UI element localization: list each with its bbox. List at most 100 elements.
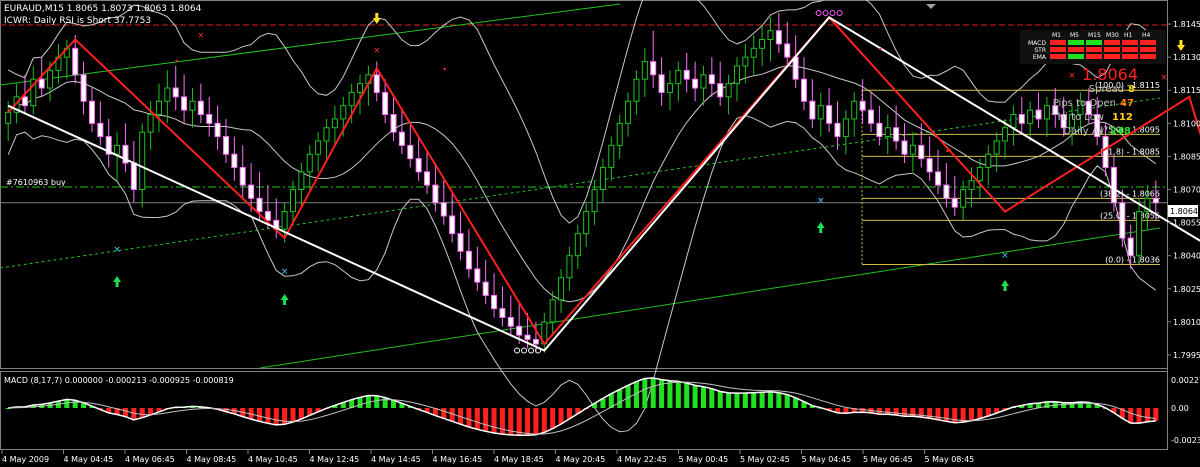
candle-body: [398, 131, 405, 146]
macd-bar: [491, 408, 497, 434]
candle-body: [842, 118, 849, 138]
price-tag: 1.8064: [1170, 207, 1198, 216]
candle-body: [700, 74, 707, 89]
candle-body: [658, 74, 665, 93]
candle-body: [742, 56, 749, 67]
candle-body: [164, 87, 171, 102]
macd-bar: [1153, 408, 1159, 421]
candle-body: [943, 184, 950, 199]
candle-body: [532, 339, 539, 345]
candle-body: [759, 39, 766, 49]
candle-body: [750, 47, 757, 58]
candle-body: [449, 215, 456, 235]
macd-bar: [357, 397, 363, 408]
time-axis-label: 4 May 06:45: [125, 455, 175, 464]
candle-body: [683, 69, 690, 80]
price-axis-label: 1.8070: [1173, 186, 1200, 195]
macd-bar: [726, 392, 732, 408]
symbol-header: EURAUD,M15 1.8065 1.8073 1.8063 1.8064: [4, 4, 202, 14]
price-axis-label: 1.8115: [1173, 86, 1200, 95]
candle-body: [222, 136, 229, 155]
signal-cell: [1140, 40, 1156, 45]
candle-body: [474, 268, 481, 283]
macd-bar: [751, 392, 757, 408]
macd-bar: [1128, 408, 1134, 424]
candle-body: [650, 61, 657, 76]
candle-body: [800, 78, 807, 102]
candle-body: [884, 127, 891, 138]
candle-body: [876, 122, 883, 138]
time-axis-label: 4 May 2009: [2, 455, 49, 464]
price-axis-label: 1.8040: [1173, 252, 1200, 261]
time-axis-label: 4 May 10:45: [248, 455, 298, 464]
time-axis-label: 4 May 20:45: [556, 455, 606, 464]
candle-body: [1035, 109, 1042, 120]
candle-body: [692, 78, 699, 89]
order-label: #7610963 buy: [6, 178, 66, 187]
macd-bar: [256, 408, 263, 422]
signal-cell: [1104, 40, 1120, 45]
macd-bar: [466, 408, 472, 427]
small-dot: [879, 48, 882, 50]
candle-body: [214, 122, 221, 138]
macd-bar: [122, 408, 128, 417]
macd-axis-label: 0.00227: [1171, 376, 1200, 385]
price-axis-label: 1.7995: [1173, 351, 1200, 360]
fibo-label: (25.0) - 1.8056: [1100, 211, 1160, 220]
signal-cell: [1086, 54, 1102, 59]
timeframe-label: M15: [1088, 32, 1101, 39]
candle-body: [407, 144, 414, 160]
pips-label: Pips to Open: [1053, 98, 1116, 109]
indicator-header: ICWR: Daily RSI is Short 37.7753: [4, 16, 151, 26]
small-dot: [946, 150, 949, 152]
macd-bar: [265, 408, 271, 424]
candle-body: [599, 166, 606, 191]
hilo-value: 112: [1112, 112, 1133, 123]
candle-body: [976, 166, 983, 182]
macd-bar: [650, 378, 656, 408]
candle-body: [80, 74, 87, 102]
timeframe-label: M1: [1052, 32, 1061, 39]
signal-row-label: EMA: [1033, 54, 1047, 61]
candle-body: [909, 144, 916, 155]
buy-cross-icon: ×: [817, 196, 825, 206]
time-axis-label: 4 May 14:45: [371, 455, 421, 464]
info-price: 1.8064: [1082, 65, 1138, 84]
macd-bar: [642, 378, 648, 408]
sell-cross-icon: ×: [1160, 73, 1168, 83]
candle-body: [775, 30, 782, 45]
candle-body: [1152, 197, 1159, 204]
candle-body: [817, 105, 824, 120]
candle-body: [1010, 114, 1017, 129]
candle-body: [1043, 105, 1050, 120]
candle-body: [440, 202, 447, 217]
candle-body: [1136, 211, 1143, 257]
candle-body: [97, 122, 104, 138]
price-axis-label: 1.8130: [1173, 53, 1200, 62]
macd-bar: [692, 385, 698, 408]
candle-body: [38, 78, 45, 89]
macd-bar: [64, 399, 70, 408]
candle-body: [901, 140, 908, 155]
candle-body: [733, 65, 740, 85]
signal-cell: [1140, 47, 1156, 52]
macd-bar: [977, 408, 983, 419]
candle-body: [993, 140, 1000, 155]
macd-bar: [617, 389, 623, 408]
candle-body: [549, 299, 556, 323]
macd-bar: [441, 408, 447, 419]
macd-bar: [474, 408, 480, 430]
timeframe-label: M30: [1106, 32, 1119, 39]
candle-body: [608, 144, 615, 168]
candle-body: [147, 114, 154, 133]
candle-body: [1127, 237, 1134, 257]
daily-value: 248: [1110, 126, 1131, 137]
candle-body: [172, 87, 179, 98]
candle-body: [181, 96, 188, 111]
signal-cell: [1122, 47, 1138, 52]
candle-body: [834, 122, 841, 138]
candle-body: [566, 255, 573, 279]
signal-panel: M1 M5 M15 M30 H1 H4 MACDSTREMA: [1020, 30, 1166, 64]
time-axis-label: 4 May 18:45: [494, 455, 544, 464]
candle-body: [114, 144, 121, 155]
